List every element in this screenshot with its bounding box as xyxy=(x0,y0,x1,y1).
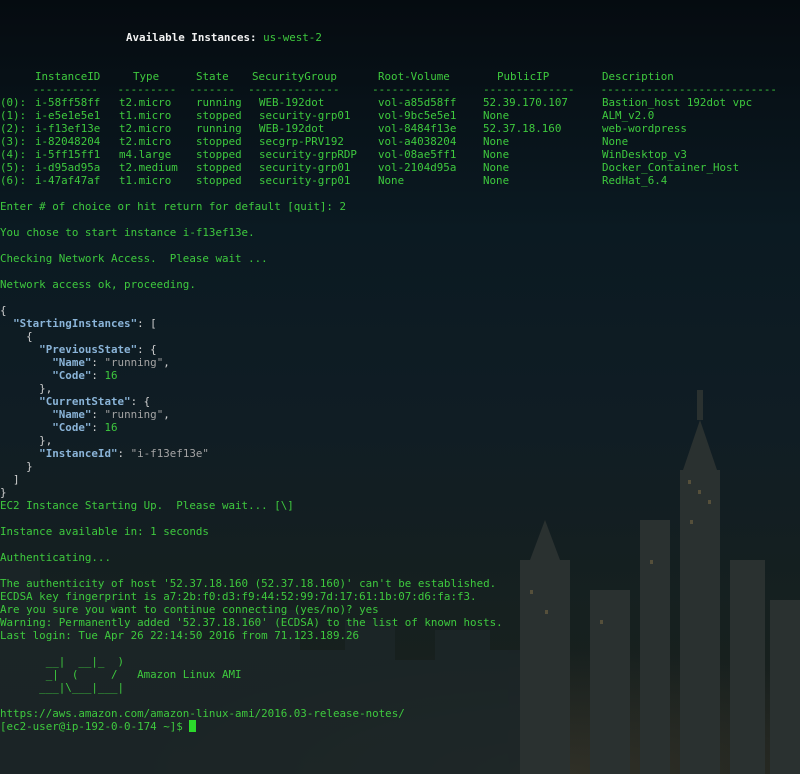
cell-vol: vol-08ae5ff1 xyxy=(378,148,457,161)
col-state: State xyxy=(196,70,229,83)
cell-desc: Docker_Container_Host xyxy=(602,161,740,174)
cell-ip: 52.37.18.160 xyxy=(483,122,562,135)
cell-sg: security-grp01 xyxy=(259,174,351,187)
curr-state-name: running xyxy=(111,408,157,421)
authenticating-line: Authenticating... xyxy=(0,551,111,564)
cell-id: i-d95ad95a xyxy=(35,161,101,174)
cell-idx: (1): xyxy=(0,109,27,122)
cell-sg: security-grp01 xyxy=(259,161,351,174)
cell-type: m4.large xyxy=(119,148,172,161)
cell-id: i-58ff58ff xyxy=(35,96,101,109)
cell-id: i-47af47af xyxy=(35,174,101,187)
cell-desc: None xyxy=(602,135,629,148)
instance-id-value: i-f13ef13e xyxy=(137,447,203,460)
cell-id: i-5ff15ff1 xyxy=(35,148,101,161)
cell-ip: None xyxy=(483,109,510,122)
release-notes-url[interactable]: https://aws.amazon.com/amazon-linux-ami/… xyxy=(0,707,405,720)
cell-desc: WinDesktop_v3 xyxy=(602,148,687,161)
cell-idx: (2): xyxy=(0,122,27,135)
cell-ip: 52.39.170.107 xyxy=(483,96,568,109)
shell-prompt: [ec2-user@ip-192-0-0-174 ~]$ xyxy=(0,720,190,733)
cell-vol: vol-a85d58ff xyxy=(378,96,457,109)
cell-state: stopped xyxy=(196,174,242,187)
starting-up-line: EC2 Instance Starting Up. Please wait...… xyxy=(0,499,294,512)
ssh-authenticity-line: The authenticity of host '52.37.18.160 (… xyxy=(0,577,497,590)
col-description: Description xyxy=(602,70,674,83)
choice-prompt: Enter # of choice or hit return for defa… xyxy=(0,200,347,213)
cell-ip: None xyxy=(483,135,510,148)
cell-type: t2.micro xyxy=(119,96,172,109)
cell-id: i-f13ef13e xyxy=(35,122,101,135)
ami-banner-line-2: _| ( / Amazon Linux AMI xyxy=(0,668,242,681)
cell-type: t1.micro xyxy=(119,109,172,122)
cell-idx: (4): xyxy=(0,148,27,161)
cell-type: t1.micro xyxy=(119,174,172,187)
cell-state: running xyxy=(196,96,242,109)
cell-id: i-82048204 xyxy=(35,135,101,148)
cell-desc: Bastion_host 192dot vpc xyxy=(602,96,753,109)
cell-sg: secgrp-PRV192 xyxy=(259,135,344,148)
cell-sg: WEB-192dot xyxy=(259,122,325,135)
cell-state: stopped xyxy=(196,161,242,174)
terminal-cursor xyxy=(189,720,197,732)
ssh-fingerprint-line: ECDSA key fingerprint is a7:2b:f0:d3:f9:… xyxy=(0,590,477,603)
cell-desc: web-wordpress xyxy=(602,122,687,135)
ssh-known-hosts-line: Warning: Permanently added '52.37.18.160… xyxy=(0,616,503,629)
cell-desc: ALM_v2.0 xyxy=(602,109,655,122)
shell-prompt-line[interactable]: [ec2-user@ip-192-0-0-174 ~]$ xyxy=(0,720,197,733)
col-instanceid: InstanceID xyxy=(35,70,101,83)
col-publicip: PublicIP xyxy=(497,70,550,83)
cell-desc: RedHat_6.4 xyxy=(602,174,668,187)
available-instances-label: Available Instances: xyxy=(126,31,257,44)
prev-state-code: 16 xyxy=(104,369,118,382)
cell-ip: None xyxy=(483,148,510,161)
cell-state: stopped xyxy=(196,148,242,161)
cell-type: t2.micro xyxy=(119,135,172,148)
cell-vol: None xyxy=(378,174,405,187)
cell-sg: WEB-192dot xyxy=(259,96,325,109)
region-label: us-west-2 xyxy=(263,31,322,44)
ssh-confirm-line: Are you sure you want to continue connec… xyxy=(0,603,379,616)
chose-instance-line: You chose to start instance i-f13ef13e. xyxy=(0,226,255,239)
cell-state: stopped xyxy=(196,135,242,148)
cell-id: i-e5e1e5e1 xyxy=(35,109,101,122)
cell-vol: vol-2104d95a xyxy=(378,161,457,174)
cell-type: t2.medium xyxy=(119,161,178,174)
checking-network-line: Checking Network Access. Please wait ... xyxy=(0,252,268,265)
cell-idx: (0): xyxy=(0,96,27,109)
cell-state: running xyxy=(196,122,242,135)
cell-sg: security-grpRDP xyxy=(259,148,357,161)
available-in-line: Instance available in: 1 seconds xyxy=(0,525,209,538)
cell-idx: (3): xyxy=(0,135,27,148)
cell-vol: vol-8484f13e xyxy=(378,122,457,135)
cell-ip: None xyxy=(483,161,510,174)
col-securitygroup: SecurityGroup xyxy=(252,70,337,83)
cell-state: stopped xyxy=(196,109,242,122)
ami-banner-line-3: ___|\___|___| xyxy=(0,681,125,694)
cell-vol: vol-a4038204 xyxy=(378,135,457,148)
col-type: Type xyxy=(133,70,160,83)
table-underline: ---------- --------- ------- -----------… xyxy=(0,83,777,96)
cell-sg: security-grp01 xyxy=(259,109,351,122)
last-login-line: Last login: Tue Apr 26 22:14:50 2016 fro… xyxy=(0,629,360,642)
prev-state-name: running xyxy=(111,356,157,369)
curr-state-code: 16 xyxy=(104,421,118,434)
instances-header-line: Available Instances: us-west-2 xyxy=(0,31,322,44)
col-root-volume: Root-Volume xyxy=(378,70,450,83)
ami-banner-line-1: __| __|_ ) xyxy=(0,655,125,668)
cell-idx: (5): xyxy=(0,161,27,174)
cell-vol: vol-9bc5e5e1 xyxy=(378,109,457,122)
cell-ip: None xyxy=(483,174,510,187)
cell-type: t2.micro xyxy=(119,122,172,135)
terminal-window[interactable]: Available Instances: us-west-2 InstanceI… xyxy=(0,0,800,774)
cell-idx: (6): xyxy=(0,174,27,187)
network-ok-line: Network access ok, proceeding. xyxy=(0,278,196,291)
